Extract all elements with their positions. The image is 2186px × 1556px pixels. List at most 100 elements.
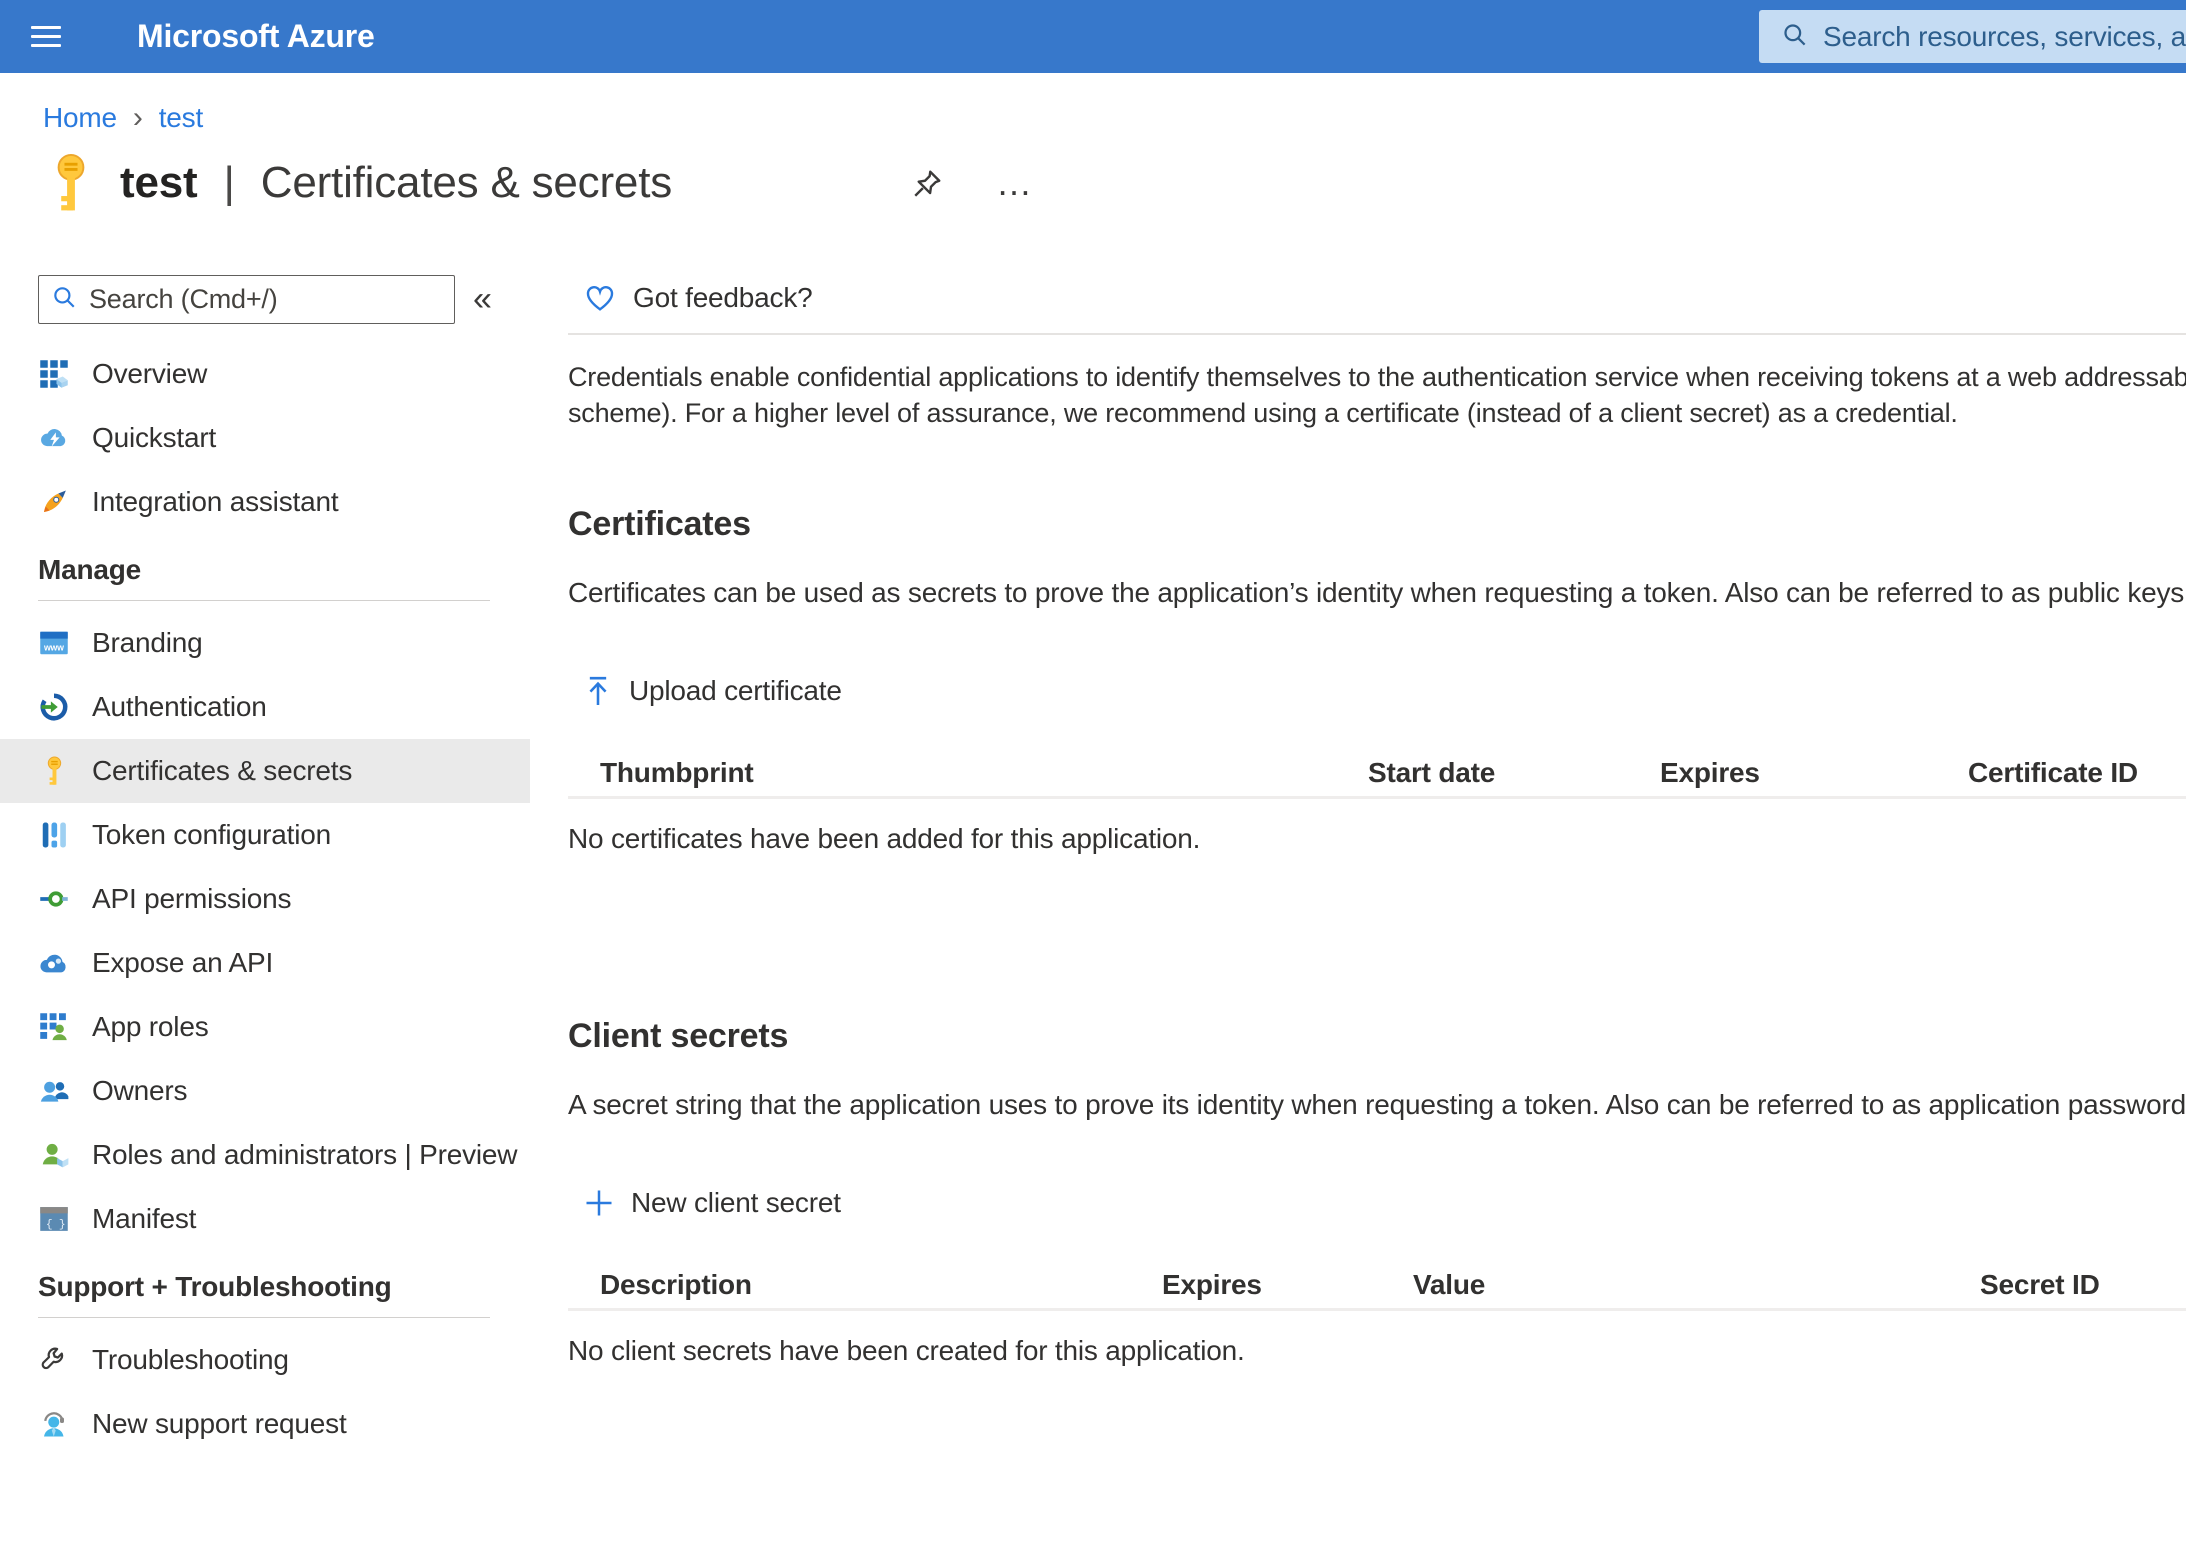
sidebar-item-manifest[interactable]: { } Manifest [0,1187,530,1251]
global-search-input[interactable] [1823,21,2186,53]
content-area: « Overview Quickstart Integration assistan… [0,215,2186,1556]
main-panel: Got feedback? Credentials enable confide… [530,215,2186,1556]
sidebar-item-roles-and-administrators-preview[interactable]: Roles and administrators | Preview [0,1123,530,1187]
sidebar-item-expose-an-api[interactable]: Expose an API [0,931,530,995]
sidebar-item-integration-assistant[interactable]: Integration assistant [0,470,530,534]
sidebar-nav: Overview Quickstart Integration assistant M… [0,342,530,1456]
roles-administrators-icon [38,1139,70,1171]
plus-icon [584,1188,614,1218]
manifest-icon: { } [38,1203,70,1235]
breadcrumb-separator: › [131,101,145,135]
sidebar-search-box[interactable] [38,275,455,324]
certificates-heading: Certificates [568,505,2186,551]
column-header: Certificate ID [1968,757,2186,789]
sidebar-item-label: Troubleshooting [92,1344,289,1376]
key-icon [38,755,70,787]
branding-icon: www [38,627,70,659]
sidebar-item-label: Expose an API [92,947,273,979]
sidebar-item-api-permissions[interactable]: API permissions [0,867,530,931]
upload-certificate-label: Upload certificate [629,675,842,707]
heart-icon [584,282,616,314]
column-header: Start date [1368,757,1660,789]
client-secrets-description: A secret string that the application use… [568,1089,2186,1125]
client-secrets-empty-message: No client secrets have been created for … [568,1335,2186,1371]
api-permissions-icon [38,883,70,915]
azure-brand-title[interactable]: Microsoft Azure [137,0,375,73]
sidebar-section-divider [38,1317,490,1318]
sidebar-search-input[interactable] [89,284,442,315]
sidebar-item-label: App roles [92,1011,209,1043]
sidebar-item-quickstart[interactable]: Quickstart [0,406,530,470]
sidebar-section-header-manage: Manage [38,548,530,592]
overview-icon [38,358,70,390]
sidebar-item-overview[interactable]: Overview [0,342,530,406]
app-name: test [120,158,197,207]
sidebar-item-label: New support request [92,1408,347,1440]
new-client-secret-button[interactable]: New client secret [584,1181,841,1225]
page-title: test | Certificates & secrets [120,158,672,208]
sidebar-item-label: Integration assistant [92,486,338,518]
sidebar-item-app-roles[interactable]: App roles [0,995,530,1059]
blade-sidebar: « Overview Quickstart Integration assistan… [0,215,530,1556]
collapse-sidebar-button[interactable]: « [473,280,492,319]
troubleshooting-icon [38,1344,70,1376]
column-header: Expires [1162,1269,1413,1301]
sidebar-item-owners[interactable]: Owners [0,1059,530,1123]
integration-assistant-icon [38,486,70,518]
credentials-intro-text: Credentials enable confidential applicat… [568,359,2186,431]
quickstart-icon [38,422,70,454]
title-divider: | [209,158,248,207]
upload-certificate-button[interactable]: Upload certificate [584,669,842,713]
breadcrumb-test-link[interactable]: test [159,102,203,134]
expose-api-icon [38,947,70,979]
sidebar-item-label: Overview [92,358,207,390]
sidebar-item-label: Manifest [92,1203,196,1235]
sidebar-item-label: Certificates & secrets [92,755,352,787]
toolbar-divider [568,333,2186,335]
search-icon [51,284,77,315]
intro-line-2: scheme). For a higher level of assurance… [568,395,2186,431]
pin-icon[interactable] [910,165,946,201]
sidebar-item-label: Quickstart [92,422,216,454]
client-secrets-heading: Client secrets [568,1017,2186,1063]
search-icon [1781,21,1808,53]
certificates-table-header: ThumbprintStart dateExpiresCertificate I… [568,749,2186,799]
column-header: Description [600,1269,1162,1301]
sidebar-item-label: Branding [92,627,202,659]
column-header: Expires [1660,757,1968,789]
hamburger-menu-icon[interactable] [31,26,61,47]
new-client-secret-label: New client secret [631,1187,841,1219]
certificates-empty-message: No certificates have been added for this… [568,823,2186,859]
page-title-row: test | Certificates & secrets … [54,151,2186,215]
svg-text:{ }: { } [46,1219,66,1231]
sidebar-item-certificates-secrets[interactable]: Certificates & secrets [0,739,530,803]
column-header: Thumbprint [600,757,1368,789]
sidebar-search-row: « [0,275,530,324]
support-request-icon [38,1408,70,1440]
sidebar-item-authentication[interactable]: Authentication [0,675,530,739]
sidebar-item-label: Roles and administrators | Preview [92,1139,517,1171]
sidebar-item-label: Owners [92,1075,187,1107]
sidebar-item-token-configuration[interactable]: Token configuration [0,803,530,867]
breadcrumb: Home › test [43,99,2186,137]
got-feedback-button[interactable]: Got feedback? [584,277,813,319]
breadcrumb-home-link[interactable]: Home [43,102,117,134]
blade-name: Certificates & secrets [261,158,672,207]
upload-icon [584,675,612,707]
sidebar-item-label: API permissions [92,883,291,915]
owners-icon [38,1075,70,1107]
sidebar-item-new-support-request[interactable]: New support request [0,1392,530,1456]
column-header: Value [1413,1269,1980,1301]
authentication-icon [38,691,70,723]
certificates-description: Certificates can be used as secrets to p… [568,577,2186,613]
more-options-button[interactable]: … [996,173,1032,193]
global-search-box[interactable] [1759,10,2186,63]
client-secrets-table-header: DescriptionExpiresValueSecret ID [568,1261,2186,1311]
sidebar-item-branding[interactable]: www Branding [0,611,530,675]
sidebar-item-label: Authentication [92,691,267,723]
sidebar-item-troubleshooting[interactable]: Troubleshooting [0,1328,530,1392]
sidebar-section-header-support-troubleshooting: Support + Troubleshooting [38,1265,530,1309]
app-roles-icon [38,1011,70,1043]
intro-line-1: Credentials enable confidential applicat… [568,359,2186,395]
sidebar-item-label: Token configuration [92,819,331,851]
